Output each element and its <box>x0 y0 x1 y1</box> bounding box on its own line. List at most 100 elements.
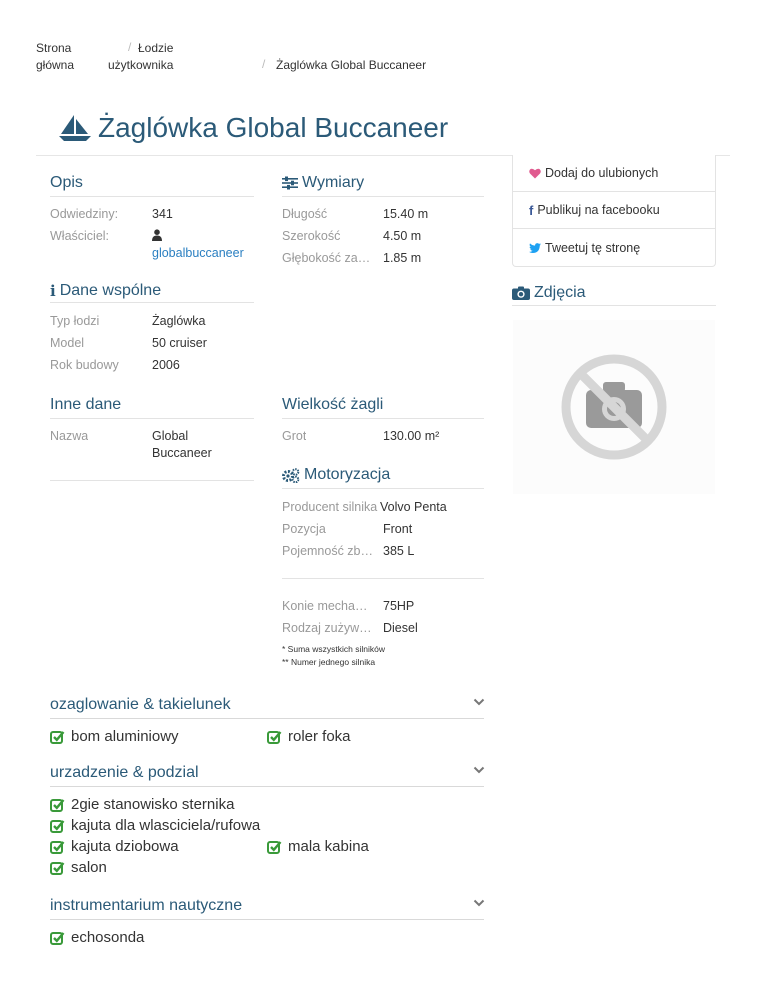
grot-label: Grot <box>282 429 307 443</box>
page-title: Żaglówka Global Buccaneer <box>58 112 448 144</box>
photos-heading: Zdjęcia <box>512 284 586 302</box>
engine-producer-value: Volvo Penta <box>380 500 447 514</box>
dane-wspolne-heading: i Dane wspólne <box>50 282 161 300</box>
inne-dane-divider <box>50 418 254 419</box>
photos-heading-text: Zdjęcia <box>534 284 586 301</box>
name-value-line1: Global <box>152 429 189 443</box>
feature-item: salon <box>50 859 107 876</box>
horsepower-value: 75HP <box>383 599 415 613</box>
facebook-share-label[interactable]: Publikuj na facebooku <box>537 203 659 217</box>
photos-divider <box>512 305 716 306</box>
breadcrumb-user-boats-line2[interactable]: użytkownika <box>108 57 173 74</box>
feature-item: 2gie stanowisko sternika <box>50 796 234 813</box>
breadcrumb-home-line1[interactable]: Strona <box>36 40 74 57</box>
tweet-button[interactable]: Tweetuj tę stronę <box>513 229 715 266</box>
grot-value: 130.00 m² <box>383 429 440 443</box>
feature-item: kajuta dziobowa <box>50 838 179 855</box>
breadcrumb-user-boats[interactable]: Łodzie <box>138 40 173 57</box>
owner-link[interactable]: globalbuccaneer <box>152 246 244 260</box>
facebook-icon: f <box>529 202 534 218</box>
feature-group-equipment-divider <box>50 786 484 787</box>
engine-position-value: Front <box>383 522 413 536</box>
year-label: Rok budowy <box>50 358 119 372</box>
opis-divider <box>50 196 254 197</box>
page-title-text: Żaglówka Global Buccaneer <box>98 112 449 143</box>
model-label: Model <box>50 336 85 350</box>
sliders-icon <box>282 176 298 190</box>
breadcrumb-separator: / <box>128 40 132 54</box>
engine-position-label: Pozycja <box>282 522 326 536</box>
no-photo-icon <box>561 354 667 460</box>
check-square-icon <box>50 819 65 833</box>
photo-placeholder[interactable] <box>513 320 715 494</box>
check-square-icon <box>267 730 282 744</box>
year-value: 2006 <box>152 358 180 372</box>
feature-item-label: roler foka <box>288 728 351 745</box>
check-square-icon <box>50 840 65 854</box>
camera-icon <box>512 286 530 300</box>
depth-value: 1.85 m <box>383 251 422 265</box>
feature-item: echosonda <box>50 929 144 946</box>
sails-divider <box>282 418 484 419</box>
add-to-favorites-label[interactable]: Dodaj do ulubionych <box>545 166 658 180</box>
engine-heading: Motoryzacja <box>282 466 390 484</box>
dane-wspolne-heading-text: Dane wspólne <box>59 282 162 299</box>
feature-group-equipment-heading[interactable]: urzadzenie & podzial <box>50 764 199 782</box>
chevron-down-icon[interactable] <box>473 896 485 910</box>
breadcrumb-user-boats-line1[interactable]: Łodzie <box>138 40 173 57</box>
tweet-label[interactable]: Tweetuj tę stronę <box>545 241 640 255</box>
facebook-share-button[interactable]: f Publikuj na facebooku <box>513 192 715 229</box>
name-value-line2: Buccaneer <box>152 446 212 460</box>
inne-dane-heading: Inne dane <box>50 396 122 413</box>
chevron-down-icon[interactable] <box>473 695 485 709</box>
fuel-label: Rodzaj zużywanego paliwa <box>282 621 374 635</box>
engine-producer-label: Producent silnika <box>282 500 378 514</box>
heart-icon <box>529 168 541 179</box>
breadcrumb-home-line2[interactable]: główna <box>36 57 74 74</box>
boat-type-label: Typ łodzi <box>50 314 100 328</box>
feature-group-rigging-divider <box>50 718 484 719</box>
feature-group-instruments-divider <box>50 919 484 920</box>
feature-group-instruments-heading[interactable]: instrumentarium nautyczne <box>50 897 242 915</box>
feature-item: roler foka <box>267 728 351 745</box>
feature-item-label: bom aluminiowy <box>71 728 179 745</box>
share-card: Dodaj do ulubionych f Publikuj na facebo… <box>512 155 716 267</box>
user-icon <box>152 228 162 246</box>
chevron-down-icon[interactable] <box>473 763 485 777</box>
inne-dane-bottom-divider <box>50 480 254 481</box>
breadcrumb: Strona główna <box>36 40 74 74</box>
check-square-icon <box>267 840 282 854</box>
add-to-favorites-button[interactable]: Dodaj do ulubionych <box>513 155 715 192</box>
wymiary-heading: Wymiary <box>282 174 364 192</box>
breadcrumb-home[interactable]: Strona główna <box>36 40 74 74</box>
engine-note-1: * Suma wszystkich silników <box>282 644 385 654</box>
engine-heading-text: Motoryzacja <box>304 466 391 483</box>
opis-heading: Opis <box>50 174 83 191</box>
engine-mid-divider <box>282 578 484 579</box>
sailboat-icon <box>59 115 91 141</box>
width-label: Szerokość <box>282 229 341 243</box>
twitter-icon <box>529 242 541 253</box>
check-square-icon <box>50 931 65 945</box>
name-label: Nazwa <box>50 429 89 443</box>
check-square-icon <box>50 730 65 744</box>
tank-label: Pojemność zbiornika <box>282 544 374 558</box>
breadcrumb-user-boats-2[interactable]: użytkownika <box>108 57 173 74</box>
depth-label: Głębokość zanurzenia <box>282 251 374 265</box>
horsepower-label: Konie mechaniczne <box>282 599 374 613</box>
check-square-icon <box>50 798 65 812</box>
fuel-value: Diesel <box>383 621 418 635</box>
length-label: Długość <box>282 207 328 221</box>
model-value: 50 cruiser <box>152 336 207 350</box>
tank-value: 385 L <box>383 544 415 558</box>
engine-divider <box>282 488 484 489</box>
feature-item: bom aluminiowy <box>50 728 179 745</box>
check-square-icon <box>50 861 65 875</box>
breadcrumb-separator-2: / <box>262 57 266 71</box>
feature-group-rigging-heading[interactable]: ozaglowanie & takielunek <box>50 696 231 714</box>
visits-value: 341 <box>152 207 173 221</box>
feature-item-label: salon <box>71 859 107 876</box>
feature-item-label: kajuta dziobowa <box>71 838 179 855</box>
width-value: 4.50 m <box>383 229 422 243</box>
info-icon: i <box>50 282 56 300</box>
